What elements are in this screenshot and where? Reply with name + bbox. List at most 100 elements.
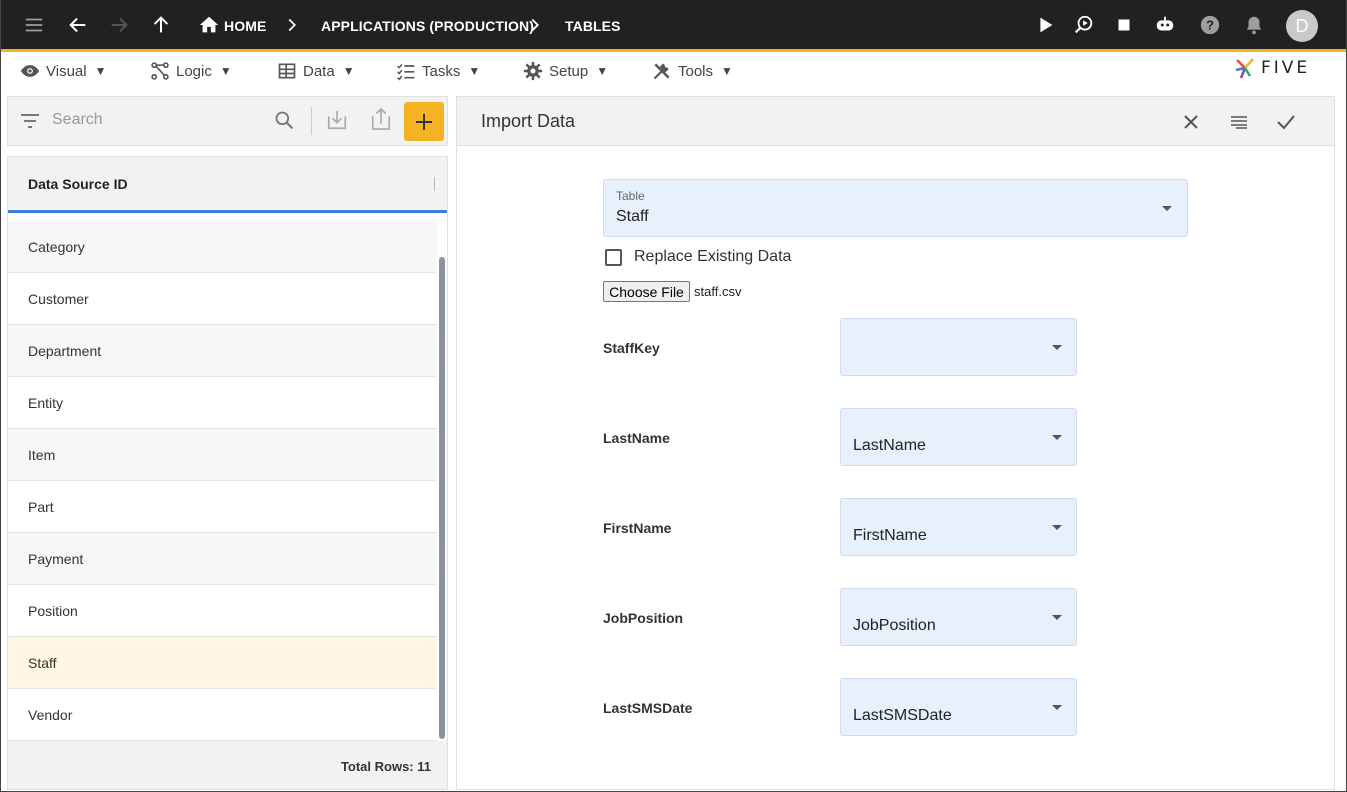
chevron-right-icon — [522, 12, 548, 38]
dropdown-caret-icon: ▼ — [342, 64, 355, 78]
svg-text:?: ? — [1206, 18, 1214, 33]
data-source-list: Data Source ID Category Customer Departm… — [7, 156, 448, 790]
user-avatar[interactable]: D — [1286, 10, 1318, 42]
list-item[interactable]: Customer — [8, 273, 437, 325]
notes-icon[interactable] — [1227, 110, 1251, 134]
column-resize-handle[interactable] — [434, 177, 435, 191]
chevron-right-icon — [279, 12, 305, 38]
menu-visual-label: Visual — [46, 62, 87, 80]
menu-tasks[interactable]: Tasks ▼ — [396, 61, 480, 81]
table-select[interactable]: Table Staff — [603, 179, 1188, 237]
list-item[interactable]: Payment — [8, 533, 437, 585]
up-arrow-icon[interactable] — [148, 12, 174, 38]
mapping-label-jobposition: JobPosition — [603, 610, 684, 626]
list-item-selected[interactable]: Staff — [8, 637, 437, 689]
list-item[interactable]: Department — [8, 325, 437, 377]
notifications-bell-icon[interactable] — [1241, 12, 1267, 38]
search-input[interactable]: Search — [52, 111, 103, 129]
list-item[interactable]: Vendor — [8, 689, 437, 741]
main-menu-bar: Visual ▼ Logic ▼ Data ▼ Tasks ▼ Setup ▼ … — [1, 52, 1346, 90]
dropdown-caret-icon: ▼ — [721, 64, 733, 78]
tools-icon — [653, 63, 670, 80]
help-icon[interactable]: ? — [1197, 12, 1223, 38]
breadcrumb-home[interactable]: HOME — [224, 18, 266, 34]
replace-existing-data-checkbox[interactable] — [605, 249, 622, 266]
list-item[interactable]: Category — [8, 221, 437, 273]
menu-visual[interactable]: Visual ▼ — [20, 61, 106, 81]
logo-text: FIVE — [1261, 58, 1311, 78]
breadcrumb-applications[interactable]: APPLICATIONS (PRODUCTION) — [321, 18, 534, 34]
list-rows: Category Customer Department Entity Item… — [8, 221, 437, 741]
play-icon[interactable] — [1032, 12, 1058, 38]
replace-existing-data-label[interactable]: Replace Existing Data — [634, 248, 791, 266]
list-footer: Total Rows: 11 — [8, 741, 447, 789]
menu-tools-label: Tools — [678, 62, 714, 80]
dropdown-arrow-icon — [1052, 345, 1062, 350]
chatbot-icon[interactable] — [1152, 12, 1178, 38]
dropdown-caret-icon: ▼ — [219, 64, 232, 78]
menu-logic[interactable]: Logic ▼ — [150, 61, 232, 81]
menu-tasks-label: Tasks — [422, 62, 461, 80]
choose-file-button[interactable]: Choose File — [603, 281, 690, 302]
menu-data[interactable]: Data ▼ — [277, 61, 355, 81]
total-rows-count: Total Rows: 11 — [340, 759, 431, 774]
list-scrollbar[interactable] — [439, 257, 445, 739]
list-item[interactable]: Entity — [8, 377, 437, 429]
dropdown-arrow-icon — [1162, 206, 1172, 211]
mapping-select-staffkey[interactable] — [840, 318, 1077, 376]
close-icon[interactable] — [1179, 110, 1203, 134]
import-data-form: Import Data Table Staff Replace Existing… — [456, 96, 1335, 790]
menu-logic-label: Logic — [176, 62, 212, 80]
mapping-select-value: LastName — [853, 437, 926, 454]
upload-icon[interactable] — [370, 107, 392, 136]
mapping-select-jobposition[interactable]: JobPosition — [840, 588, 1077, 646]
dropdown-caret-icon: ▼ — [468, 64, 481, 78]
mapping-label-firstname: FirstName — [603, 520, 672, 536]
home-icon[interactable] — [196, 12, 222, 38]
mapping-select-value: FirstName — [853, 527, 927, 544]
five-logo: FIVE — [1233, 56, 1310, 80]
form-header: Import Data — [457, 97, 1334, 146]
search-icon[interactable] — [274, 110, 294, 135]
menu-tools[interactable]: Tools ▼ — [652, 61, 733, 81]
dropdown-arrow-icon — [1052, 525, 1062, 530]
menu-setup-label: Setup — [549, 62, 589, 80]
list-item[interactable]: Part — [8, 481, 437, 533]
dropdown-caret-icon: ▼ — [596, 64, 609, 78]
toolbar-divider — [311, 107, 312, 135]
forward-arrow-icon[interactable] — [106, 12, 132, 38]
dropdown-arrow-icon — [1052, 705, 1062, 710]
mapping-select-lastsmsdate[interactable]: LastSMSDate — [840, 678, 1077, 736]
list-item[interactable]: Position — [8, 585, 437, 637]
mapping-select-value: JobPosition — [853, 617, 936, 634]
download-icon[interactable] — [326, 109, 348, 136]
dropdown-arrow-icon — [1052, 615, 1062, 620]
list-column-header[interactable]: Data Source ID — [8, 157, 447, 213]
five-logo-icon — [1235, 58, 1254, 79]
checklist-icon — [397, 63, 415, 81]
hamburger-menu-icon[interactable] — [21, 12, 47, 38]
add-record-button[interactable] — [404, 102, 444, 141]
eye-icon — [20, 65, 40, 77]
list-item[interactable]: Item — [8, 429, 437, 481]
filter-icon[interactable] — [20, 112, 40, 135]
back-arrow-icon[interactable] — [65, 12, 91, 38]
dropdown-arrow-icon — [1052, 435, 1062, 440]
gear-icon — [523, 61, 543, 81]
mapping-select-lastname[interactable]: LastName — [840, 408, 1077, 466]
stop-icon[interactable] — [1111, 12, 1137, 38]
breadcrumb-tables[interactable]: TABLES — [565, 18, 621, 34]
mapping-label-lastsmsdate: LastSMSDate — [603, 700, 693, 716]
debug-search-icon[interactable] — [1071, 12, 1097, 38]
menu-setup[interactable]: Setup ▼ — [523, 61, 608, 81]
mapping-label-staffkey: StaffKey — [603, 340, 660, 356]
mapping-select-firstname[interactable]: FirstName — [840, 498, 1077, 556]
mapping-label-lastname: LastName — [603, 430, 670, 446]
selected-file-name: staff.csv — [694, 284, 742, 299]
menu-data-label: Data — [303, 62, 335, 80]
table-select-label: Table — [616, 189, 645, 203]
mapping-select-value: LastSMSDate — [853, 707, 952, 724]
check-icon[interactable] — [1274, 110, 1298, 134]
dropdown-caret-icon: ▼ — [94, 64, 107, 78]
column-header-data-source-id[interactable]: Data Source ID — [28, 176, 128, 192]
